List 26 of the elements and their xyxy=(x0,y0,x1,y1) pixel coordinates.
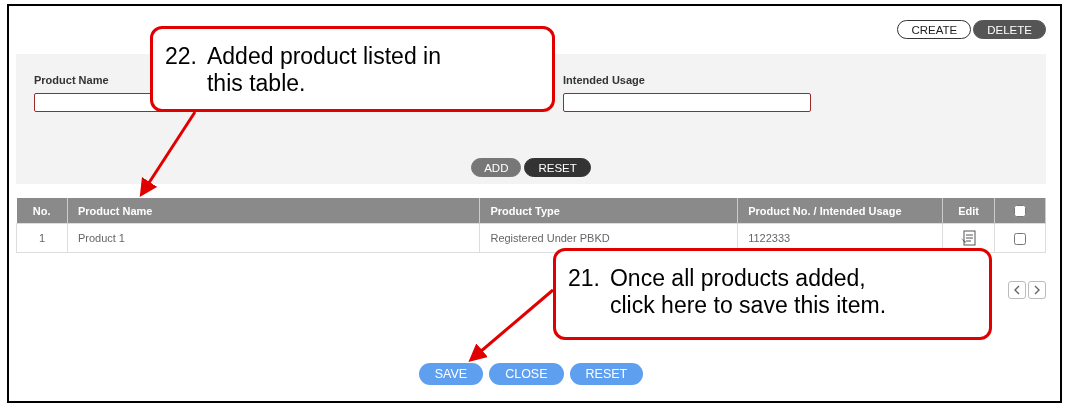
callout-text: Once all products added, click here to save this item. xyxy=(610,265,888,320)
toolbar-button[interactable]: CREATE xyxy=(897,20,972,39)
field-label: Intended Usage xyxy=(563,74,645,86)
footer-button[interactable]: CLOSE xyxy=(489,363,564,385)
callout-text: Added product listed in this table. xyxy=(207,43,442,95)
footer-button[interactable]: SAVE xyxy=(418,363,484,385)
callout-number: 22. xyxy=(165,43,197,71)
column-header: Product Name xyxy=(67,198,480,224)
form-button[interactable]: ADD xyxy=(471,158,522,177)
column-header: Edit xyxy=(942,198,995,224)
toolbar-button[interactable]: DELETE xyxy=(973,20,1046,39)
column-header: No. xyxy=(16,198,68,224)
select-all-checkbox[interactable] xyxy=(1014,205,1027,218)
table-cell: Product 1 xyxy=(67,223,480,253)
form-button[interactable]: RESET xyxy=(524,158,591,177)
footer-button[interactable]: RESET xyxy=(569,363,644,385)
column-header: Product No. / Intended Usage xyxy=(737,198,943,224)
field-label: Product Name xyxy=(34,74,109,86)
column-header: Product Type xyxy=(479,198,738,224)
input-field[interactable] xyxy=(563,93,811,112)
row-checkbox[interactable] xyxy=(1014,232,1027,245)
next-page-icon[interactable] xyxy=(1028,281,1046,299)
previous-page-icon[interactable] xyxy=(1008,281,1026,299)
edit-document-icon[interactable] xyxy=(959,229,978,247)
callout-number: 21. xyxy=(568,265,600,293)
table-cell: 1 xyxy=(16,223,68,253)
